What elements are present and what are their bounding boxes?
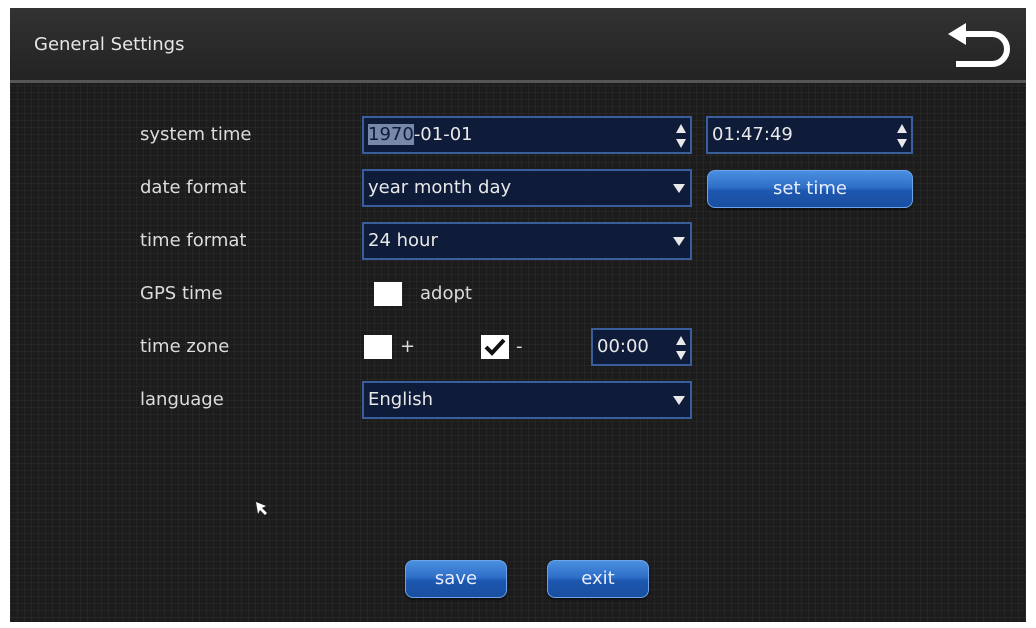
gps-adopt-label: adopt (420, 283, 472, 304)
date-field[interactable]: 1970-01-01 (362, 116, 692, 154)
time-zone-minus-label: - (516, 336, 523, 357)
language-label: language (140, 389, 224, 410)
back-button[interactable] (946, 20, 1014, 74)
spinner-arrows-icon[interactable] (897, 122, 907, 150)
exit-button[interactable]: exit (547, 560, 649, 598)
dropdown-arrow-icon (673, 237, 685, 246)
date-format-label: date format (140, 177, 247, 198)
time-zone-minus-checkbox[interactable] (481, 335, 509, 359)
time-format-label: time format (140, 230, 247, 251)
time-zone-offset-value: 00:00 (597, 336, 649, 357)
date-rest: -01-01 (413, 124, 473, 145)
time-zone-plus-label: + (400, 336, 416, 357)
set-time-button[interactable]: set time (707, 170, 913, 208)
time-zone-plus-checkbox[interactable] (364, 335, 392, 359)
save-button[interactable]: save (405, 560, 507, 598)
date-format-select[interactable]: year month day (362, 169, 692, 207)
dropdown-arrow-icon (673, 184, 685, 193)
title-bar: General Settings (10, 8, 1026, 83)
dropdown-arrow-icon (673, 396, 685, 405)
mouse-pointer-icon (256, 502, 267, 515)
date-year-selected: 1970 (368, 124, 414, 145)
system-time-label: system time (140, 124, 252, 145)
checkmark-icon (484, 338, 506, 356)
time-format-select[interactable]: 24 hour (362, 222, 692, 260)
gps-adopt-checkbox[interactable] (374, 282, 402, 306)
page-title: General Settings (34, 34, 185, 55)
time-value: 01:47:49 (712, 124, 793, 145)
date-format-value: year month day (368, 177, 512, 198)
time-zone-offset-field[interactable]: 00:00 (591, 328, 692, 366)
time-field[interactable]: 01:47:49 (706, 116, 913, 154)
language-select[interactable]: English (362, 381, 692, 419)
spinner-arrows-icon[interactable] (676, 334, 686, 362)
back-arrow-icon (948, 23, 1010, 67)
gps-time-label: GPS time (140, 283, 223, 304)
settings-screen: General Settings system time 1970-01-01 … (10, 8, 1026, 622)
time-zone-label: time zone (140, 336, 230, 357)
time-format-value: 24 hour (368, 230, 438, 251)
language-value: English (368, 389, 433, 410)
spinner-arrows-icon[interactable] (676, 122, 686, 150)
